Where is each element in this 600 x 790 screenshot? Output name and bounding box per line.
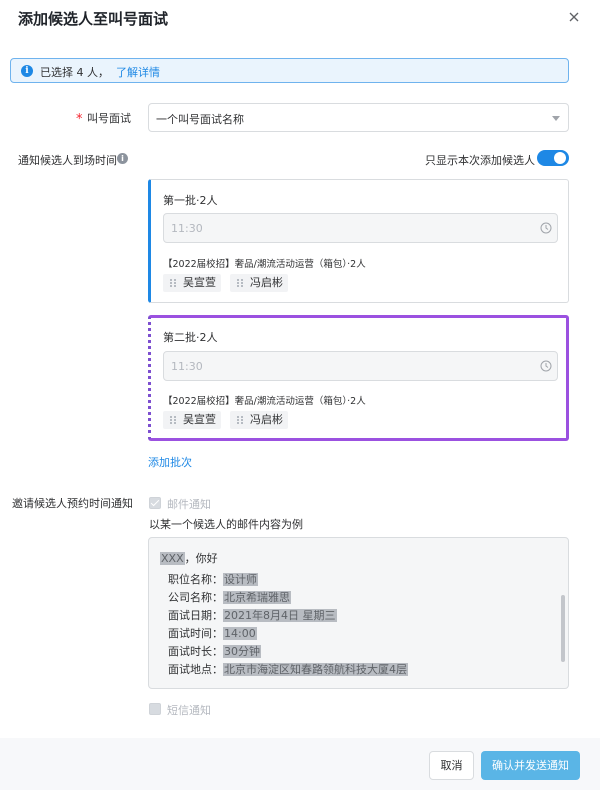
row-value: 2021年8月4日 星期三: [223, 609, 337, 622]
email-row: 面试时长：30分钟: [168, 643, 261, 659]
queue-interview-select[interactable]: 一个叫号面试名称: [148, 103, 569, 132]
candidate-name: 吴宣萱: [183, 413, 216, 426]
email-row: 面试日期：2021年8月4日 星期三: [168, 607, 337, 623]
drag-handle-icon[interactable]: [236, 415, 244, 425]
sms-notify-label: 短信通知: [167, 704, 211, 717]
candidate-name: 冯启彬: [250, 276, 283, 289]
row-label: 面试时长：: [168, 645, 223, 658]
email-row: 面试地点：北京市海淀区知春路领航科技大厦4层: [168, 661, 408, 677]
learn-more-link[interactable]: 了解详情: [116, 64, 160, 80]
row-label: 职位名称：: [168, 573, 223, 586]
time-picker-input[interactable]: 11:30: [163, 351, 558, 381]
row-value: 设计师: [223, 573, 258, 586]
email-row: 公司名称：北京希瑞雅思: [168, 589, 291, 605]
row-label: 面试时间：: [168, 627, 223, 640]
selection-info-bar: i 已选择 4 人， 了解详情: [10, 58, 569, 83]
email-greeting: XXX，你好: [160, 550, 218, 566]
info-icon: i: [21, 65, 33, 77]
clock-icon: [540, 360, 552, 372]
queue-interview-label: 叫号面试: [87, 112, 131, 125]
row-label: 公司名称：: [168, 591, 223, 604]
close-icon[interactable]: [566, 9, 582, 25]
dialog-footer: 取消 确认并发送通知: [0, 738, 600, 790]
candidate-name: 吴宣萱: [183, 276, 216, 289]
row-label: 面试日期：: [168, 609, 223, 622]
email-notify-label: 邮件通知: [167, 498, 211, 511]
toggle-knob: [554, 152, 566, 164]
dialog-title: 添加候选人至叫号面试: [18, 10, 169, 28]
add-batch-link[interactable]: 添加批次: [148, 454, 192, 470]
time-picker-input[interactable]: 11:30: [163, 213, 558, 243]
drag-handle-icon[interactable]: [236, 278, 244, 288]
batch-title: 第一批·2人: [163, 194, 218, 207]
row-value: 北京市海淀区知春路领航科技大厦4层: [223, 663, 408, 676]
candidate-name: 冯启彬: [250, 413, 283, 426]
row-value: 北京希瑞雅思: [223, 591, 291, 604]
time-placeholder: 11:30: [171, 222, 203, 235]
email-example-label: 以某一个候选人的邮件内容为例: [149, 518, 303, 531]
help-icon[interactable]: i: [117, 153, 128, 164]
batch-title: 第二批·2人: [163, 331, 218, 344]
candidate-chip[interactable]: 吴宣萱: [163, 411, 221, 429]
job-title: 【2022届校招】奢品/潮流活动运营（箱包）·2人: [163, 259, 366, 270]
row-value: 30分钟: [223, 645, 261, 658]
caret-down-icon: [552, 116, 560, 121]
email-preview: XXX，你好 职位名称：设计师 公司名称：北京希瑞雅思 面试日期：2021年8月…: [148, 537, 569, 689]
batch-card: 第一批·2人 11:30 【2022届校招】奢品/潮流活动运营（箱包）·2人 吴…: [148, 179, 569, 303]
row-label: 面试地点：: [168, 663, 223, 676]
confirm-send-button[interactable]: 确认并发送通知: [481, 751, 580, 780]
show-current-only-toggle[interactable]: [537, 150, 569, 166]
email-notify-checkbox[interactable]: [149, 497, 161, 509]
clock-icon: [540, 222, 552, 234]
candidate-name-placeholder: XXX: [160, 552, 185, 565]
cancel-button[interactable]: 取消: [429, 751, 474, 780]
greeting-text: ，你好: [184, 552, 218, 565]
email-preview-scrollbar[interactable]: [561, 595, 565, 662]
candidate-chip[interactable]: 冯启彬: [230, 274, 288, 292]
candidate-chip[interactable]: 吴宣萱: [163, 274, 221, 292]
sms-notify-checkbox[interactable]: [149, 703, 161, 715]
email-row: 面试时间：14:00: [168, 625, 257, 641]
notify-time-label: 通知候选人到场时间: [18, 154, 117, 167]
batch-card: 第二批·2人 11:30 【2022届校招】奢品/潮流活动运营（箱包）·2人 吴…: [148, 315, 569, 441]
drag-handle-icon[interactable]: [169, 278, 177, 288]
queue-interview-value: 一个叫号面试名称: [156, 113, 244, 126]
invite-notification-label: 邀请候选人预约时间通知: [12, 497, 133, 510]
show-current-only-label: 只显示本次添加候选人: [425, 154, 535, 167]
required-marker: *: [76, 112, 83, 127]
job-title: 【2022届校招】奢品/潮流活动运营（箱包）·2人: [163, 396, 366, 407]
selection-count-text: 已选择 4 人，: [40, 66, 109, 79]
drag-handle-icon[interactable]: [169, 415, 177, 425]
row-value: 14:00: [223, 627, 257, 640]
candidate-chip[interactable]: 冯启彬: [230, 411, 288, 429]
email-row: 职位名称：设计师: [168, 571, 258, 587]
time-placeholder: 11:30: [171, 360, 203, 373]
dialog-header: 添加候选人至叫号面试: [0, 0, 600, 38]
